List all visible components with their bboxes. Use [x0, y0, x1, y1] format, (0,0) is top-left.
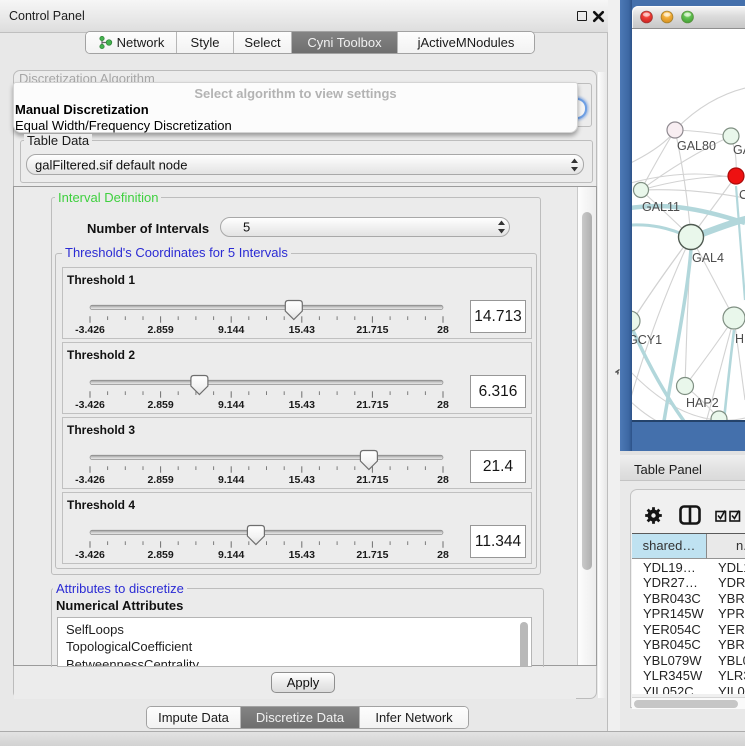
svg-text:2.859: 2.859: [147, 399, 173, 411]
svg-text:GAL11: GAL11: [642, 200, 680, 214]
svg-text:2.859: 2.859: [147, 549, 173, 561]
svg-text:-3.426: -3.426: [75, 474, 105, 486]
svg-text:9.144: 9.144: [218, 549, 244, 561]
svg-text:15.43: 15.43: [289, 324, 315, 336]
svg-text:C: C: [739, 188, 745, 202]
svg-text:GA: GA: [733, 143, 745, 157]
svg-text:-3.426: -3.426: [75, 324, 105, 336]
svg-text:28: 28: [437, 549, 449, 561]
svg-text:21.715: 21.715: [356, 399, 388, 411]
svg-text:15.43: 15.43: [289, 474, 315, 486]
svg-text:28: 28: [437, 474, 449, 486]
svg-text:21.715: 21.715: [356, 549, 388, 561]
svg-text:9.144: 9.144: [218, 399, 244, 411]
svg-text:GCY1: GCY1: [632, 333, 662, 347]
svg-text:15.43: 15.43: [289, 549, 315, 561]
svg-text:GAL4: GAL4: [692, 251, 724, 265]
svg-text:28: 28: [437, 399, 449, 411]
svg-text:9.144: 9.144: [218, 324, 244, 336]
svg-text:28: 28: [437, 324, 449, 336]
svg-text:21.715: 21.715: [356, 474, 388, 486]
svg-text:9.144: 9.144: [218, 474, 244, 486]
svg-text:2.859: 2.859: [147, 324, 173, 336]
svg-text:HAP2: HAP2: [686, 396, 719, 410]
svg-text:GAL80: GAL80: [677, 139, 716, 153]
svg-text:21.715: 21.715: [356, 324, 388, 336]
svg-text:15.43: 15.43: [289, 399, 315, 411]
svg-text:2.859: 2.859: [147, 474, 173, 486]
svg-text:-3.426: -3.426: [75, 399, 105, 411]
svg-text:H: H: [735, 332, 744, 346]
svg-text:-3.426: -3.426: [75, 549, 105, 561]
